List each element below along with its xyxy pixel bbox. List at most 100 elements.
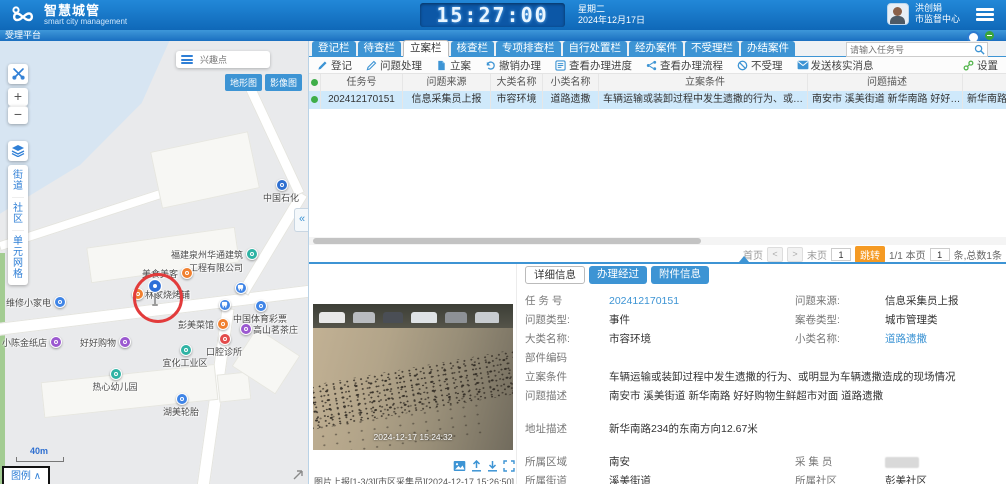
case-tab[interactable]: 核查栏 [451,41,495,56]
date-label: 2024年12月17日 [578,15,645,26]
upload-icon[interactable] [471,460,482,473]
table-cell: 新华南路234的东南方向12.67米 [963,91,1006,109]
toolbar-button[interactable]: 撤销办理 [485,58,541,73]
poi-label: 高山茗茶庄 [253,323,298,336]
detail-tabbar: 详细信息办理经过附件信息 [525,266,1006,284]
crop-icon [12,67,25,80]
app-logo: 智慧城管 smart city management [10,4,127,26]
map-measure-button[interactable] [8,64,28,84]
user-department: 市监督中心 [915,14,960,25]
field-value: 市容环境 [609,330,795,349]
map-layers-button[interactable] [8,141,28,161]
user-block[interactable]: 洪创娟 市监督中心 [887,3,960,25]
task-search-box [846,42,988,57]
case-tab[interactable]: 不受理栏 [685,41,739,56]
map-building [150,131,260,209]
poi-marker-icon [217,318,229,330]
toolbar-label: 不受理 [751,58,783,73]
settings-button[interactable]: 设置 [963,57,998,74]
flow-icon [646,60,657,71]
collapse-panel-button[interactable]: « [294,208,308,232]
field-value: 车辆运输或装卸过程中发生遗撒的行为、或明显为车辆遗撒造成的现场情况 [609,368,1006,387]
page-number-input[interactable] [831,248,851,261]
region-tab[interactable]: 社区 [12,198,24,231]
table-cell: 道路遗撒 [543,91,599,109]
legend-button[interactable]: 图例 ∧ [2,466,50,484]
region-tabs: 街道社区单元网格 [8,165,28,285]
detail-panel: 2024-12-17 15:24:32 图片上报[1-3/3][市区采集员][2… [309,262,1006,484]
incident-pin-icon[interactable] [146,278,164,313]
toolbar-button[interactable]: 问题处理 [366,58,422,73]
detail-tab[interactable]: 附件信息 [651,266,709,284]
menu-icon[interactable] [976,8,994,22]
field-label: 立案条件 [525,368,609,387]
field-value: 信息采集员上报 [885,292,1006,311]
last-page-button[interactable]: 末页 [807,247,827,262]
tab-accept-platform[interactable]: 受理平台 [5,30,41,40]
next-page-button[interactable]: > [787,247,803,262]
incident-photo[interactable]: 2024-12-17 15:24:32 [313,304,513,450]
collector-name-masked [885,457,919,468]
field-label: 问题类型: [525,311,609,330]
map-corner-icon[interactable] [292,469,304,484]
total-count-label: 条,总数1条 [954,247,1002,262]
region-tab[interactable]: 单元网格 [12,231,24,285]
fullscreen-icon[interactable] [503,460,515,473]
case-tab[interactable]: 登记栏 [312,41,356,56]
field-label: 问题描述 [525,387,609,406]
case-tab[interactable]: 待查栏 [358,41,402,56]
case-tab[interactable]: 立案栏 [403,40,449,57]
toolbar-button[interactable]: 不受理 [737,58,783,73]
field-label: 大类名称: [525,330,609,349]
toolbar-button[interactable]: 发送核实消息 [797,58,874,73]
column-header: 任务号 [321,74,403,91]
toolbar-button[interactable]: 查看办理流程 [646,58,723,73]
terrain-map-button[interactable]: 地形图 [225,74,262,91]
detail-fields: 任 务 号202412170151问题来源:信息采集员上报问题类型:事件案卷类型… [525,292,1006,484]
detail-field-row: 地址描述新华南路234的东南方向12.67米 [525,420,1006,439]
satellite-map-button[interactable]: 影像图 [265,74,302,91]
case-tab[interactable]: 自行处置栏 [563,41,628,56]
table-cell: 车辆运输或装卸过程中发生遗撒的行为、或明显为车辆遗撒造成的现场情况 [599,91,808,109]
status-green-icon[interactable] [985,31,994,40]
date-block: 星期二 2024年12月17日 [578,4,645,26]
field-label: 所属社区 [795,472,885,484]
map-search-input[interactable] [198,54,266,66]
search-icon[interactable] [974,44,985,55]
toolbar-button[interactable]: 查看办理进度 [555,58,632,73]
map-panel[interactable]: 中国石化福建泉州华通建筑工程有限公司美食美客维修小家电林家烧烤铺中国体育彩票彭美… [0,41,308,484]
jump-button[interactable]: 跳转 [855,246,885,263]
field-value[interactable]: 道路遗撒 [885,330,1006,349]
image-icon[interactable] [453,460,466,473]
map-menu-icon[interactable] [181,55,193,64]
detail-field-row: 所属街道溪美街道所属社区彭美社区 [525,472,1006,484]
poi-marker-icon [255,300,267,312]
field-value[interactable]: 202412170151 [609,292,795,311]
detail-tab[interactable]: 办理经过 [589,266,647,284]
table-header-row: 任务号问题来源大类名称小类名称立案条件问题描述地址描述 [309,74,1006,92]
toolbar-label: 问题处理 [380,58,422,73]
zoom-out-button[interactable]: − [8,106,28,124]
detail-field-row: 大类名称:市容环境小类名称:道路遗撒 [525,330,1006,349]
horizontal-scrollbar-thumb[interactable] [313,238,701,244]
case-tab[interactable]: 经办案件 [629,41,683,56]
detail-fields-column: 详细信息办理经过附件信息 任 务 号202412170151问题来源:信息采集员… [516,264,1006,484]
field-value: 事件 [609,311,795,330]
page-size-input[interactable] [930,248,950,261]
case-tab[interactable]: 专项排查栏 [496,41,561,56]
table-cell: 202412170151 [321,91,403,109]
zoom-in-button[interactable]: + [8,88,28,106]
region-tab[interactable]: 街道 [12,165,24,198]
detail-tab[interactable]: 详细信息 [525,266,585,284]
case-tab[interactable]: 办结案件 [741,41,795,56]
field-value: 城市管理类 [885,311,1006,330]
bus-stop-icon [235,282,247,294]
prev-page-button[interactable]: < [767,247,783,262]
download-icon[interactable] [487,460,498,473]
case-panel: 登记栏待查栏立案栏核查栏专项排查栏自行处置栏经办案件不受理栏办结案件 登记 问题处… [308,41,1006,484]
task-search-input[interactable] [847,45,974,55]
toolbar-button[interactable]: 登记 [317,58,352,73]
toolbar-button[interactable]: 立案 [436,58,471,73]
table-row[interactable]: 202412170151信息采集员上报市容环境道路遗撒车辆运输或装卸过程中发生遗… [309,91,1006,109]
logo-icon [10,4,36,26]
